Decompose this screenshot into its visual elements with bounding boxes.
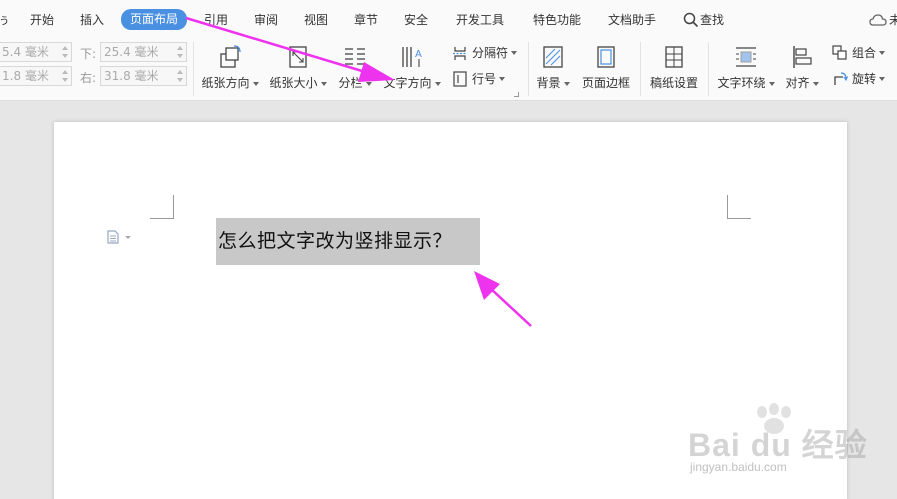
margin-right-value: 31.8 毫米 (104, 69, 159, 83)
divider (528, 42, 529, 96)
chevron-down-icon (768, 81, 775, 86)
paragraph-layout-icon[interactable] (107, 230, 135, 244)
menu-item-chapter[interactable]: 章节 (354, 10, 378, 30)
line-numbers-label: 行号 (472, 72, 497, 86)
background-button[interactable]: 背景 (533, 44, 573, 91)
menu-item-security[interactable]: 安全 (404, 10, 428, 30)
menu-item-home[interactable]: 开始 (30, 10, 54, 30)
menu-right-partial[interactable]: 未 (889, 10, 897, 30)
spin-icon[interactable] (61, 45, 69, 59)
paper-orientation-button[interactable]: 纸张方向 (200, 44, 260, 91)
align-icon (793, 46, 812, 68)
text-direction-icon: A (402, 47, 422, 67)
svg-text:A: A (415, 49, 422, 60)
margin-bottom-value: 25.4 毫米 (104, 45, 159, 59)
menu-item-review[interactable]: 审阅 (254, 10, 278, 30)
crop-mark-top-right (727, 195, 751, 219)
rotate-button[interactable]: 旋转 (832, 70, 886, 87)
margin-right-field[interactable]: 31.8 毫米 (100, 66, 187, 86)
search-icon[interactable] (683, 12, 699, 28)
menu-item-references[interactable]: 引用 (204, 10, 228, 30)
group-icon (832, 44, 847, 60)
chevron-down-icon (812, 81, 819, 86)
divider (193, 42, 194, 96)
breaks-icon (453, 46, 467, 60)
ribbon-toolbar: 5.4 毫米 1.8 毫米 下: 25.4 毫米 右: 31.8 毫米 纸张方向… (0, 38, 897, 101)
page-border-icon (597, 46, 615, 68)
menu-item-doc-assistant[interactable]: 文档助手 (608, 10, 656, 30)
background-label: 背景 (536, 76, 561, 90)
line-numbers-icon (453, 70, 467, 87)
grid-paper-icon (665, 46, 683, 68)
menu-bar: ぅ 开始 插入 页面布局 引用 审阅 视图 章节 安全 开发工具 特色功能 文档… (0, 0, 897, 38)
search-label[interactable]: 查找 (700, 10, 724, 30)
rotate-icon (834, 71, 848, 85)
chevron-down-icon (365, 81, 372, 86)
page-setup-launcher[interactable] (514, 92, 519, 97)
rotate-label: 旋转 (852, 72, 877, 86)
divider (708, 42, 709, 96)
paper-size-label: 纸张大小 (269, 76, 318, 90)
grid-paper-button[interactable]: 稿纸设置 (648, 44, 700, 91)
chevron-down-icon (434, 81, 441, 86)
margin-left-value: 1.8 毫米 (2, 69, 49, 83)
group-button[interactable]: 组合 (832, 44, 886, 61)
margin-bottom-field[interactable]: 25.4 毫米 (100, 42, 187, 62)
text-direction-button[interactable]: A 文字方向 (382, 44, 442, 91)
breaks-label: 分隔符 (472, 46, 509, 60)
document-text[interactable]: 怎么把文字改为竖排显示？ (218, 226, 452, 253)
group-label: 组合 (852, 46, 877, 60)
menu-item-partial[interactable]: ぅ (0, 10, 10, 30)
background-icon (543, 46, 563, 68)
text-direction-label: 文字方向 (383, 76, 432, 90)
chevron-down-icon (499, 76, 506, 81)
watermark-url: jingyan.baidu.com (690, 460, 787, 474)
menu-item-insert[interactable]: 插入 (80, 10, 104, 30)
cloud-icon[interactable] (869, 12, 887, 28)
margin-bottom-label: 下: (80, 47, 97, 61)
spin-icon[interactable] (61, 69, 69, 83)
spin-icon[interactable] (176, 45, 184, 59)
crop-mark-top-left (150, 195, 174, 219)
columns-icon (345, 48, 365, 65)
chevron-down-icon (511, 50, 518, 55)
breaks-button[interactable]: 分隔符 (452, 44, 518, 61)
align-label: 对齐 (785, 76, 810, 90)
line-numbers-button[interactable]: 行号 (452, 70, 506, 87)
margin-top-value: 5.4 毫米 (2, 45, 49, 59)
chevron-down-icon (252, 81, 259, 86)
paper-orientation-label: 纸张方向 (201, 76, 250, 90)
paper-orientation-icon (220, 45, 241, 68)
grid-paper-label: 稿纸设置 (649, 76, 698, 90)
columns-label: 分栏 (338, 76, 363, 90)
paper-size-icon (289, 46, 307, 68)
menu-item-features[interactable]: 特色功能 (533, 10, 581, 30)
chevron-down-icon (879, 76, 886, 81)
margin-left-field[interactable]: 1.8 毫米 (0, 66, 72, 86)
margin-top-field[interactable]: 5.4 毫米 (0, 42, 72, 62)
page-border-button[interactable]: 页面边框 (580, 44, 632, 91)
text-wrap-button[interactable]: 文字环绕 (716, 44, 776, 91)
margin-right-label: 右: (80, 71, 97, 85)
paper-size-button[interactable]: 纸张大小 (267, 44, 329, 91)
chevron-down-icon (320, 81, 327, 86)
chevron-down-icon (879, 50, 886, 55)
columns-button[interactable]: 分栏 (335, 44, 375, 91)
align-button[interactable]: 对齐 (784, 44, 820, 91)
spin-icon[interactable] (176, 69, 184, 83)
menu-item-view[interactable]: 视图 (304, 10, 328, 30)
menu-item-developer[interactable]: 开发工具 (456, 10, 504, 30)
chevron-down-icon (563, 81, 570, 86)
page-border-label: 页面边框 (581, 76, 630, 90)
divider (640, 42, 641, 96)
text-wrap-label: 文字环绕 (717, 76, 766, 90)
text-wrap-icon (736, 47, 756, 67)
menu-item-page-layout[interactable]: 页面布局 (121, 9, 188, 30)
